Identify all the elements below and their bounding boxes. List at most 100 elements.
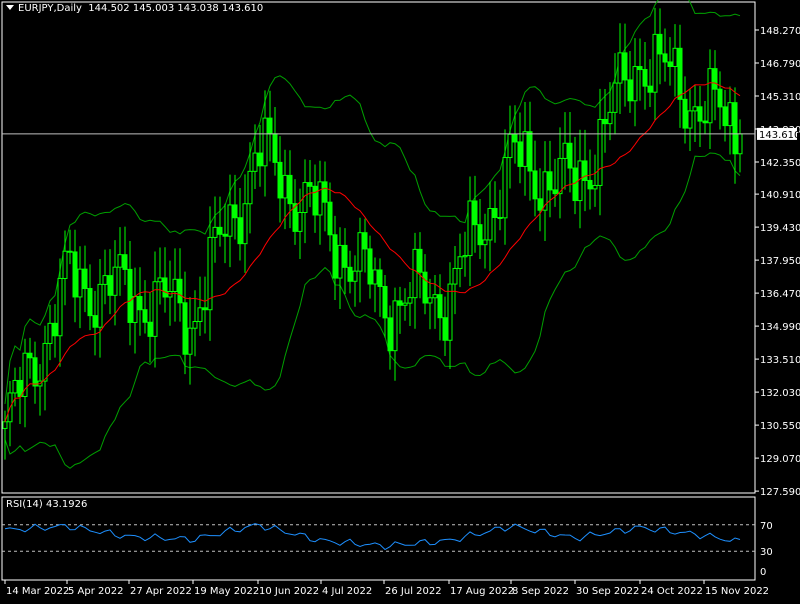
time-axis-label: 26 Jul 2022 [385,586,442,597]
time-axis-label: 4 Jul 2022 [322,586,372,597]
candle-body [32,357,38,387]
candle-body [122,254,128,270]
price-tick-label: 136.470 [760,289,800,300]
candle-body [297,211,303,232]
candle-body [87,288,93,317]
candle-body [202,307,208,311]
dropdown-triangle-icon[interactable] [6,5,14,10]
candle-body [287,174,293,205]
candle-body [327,201,333,236]
candle-body [617,52,623,84]
candle-body [347,266,353,282]
candle-body [277,161,283,199]
candle-body [522,131,528,167]
ohlc-label: 144.502 145.003 143.038 143.610 [88,3,264,14]
candle-body [312,185,318,216]
rsi-line [4,523,741,551]
chart-svg: 148.270146.790145.310143.830142.350140.9… [1,0,800,597]
candle-body [387,317,393,352]
candle-body [487,208,493,241]
price-tick-label: 140.910 [760,190,800,201]
candle-body [342,244,348,268]
candle-body [317,181,323,216]
candle-body [682,98,688,129]
candle-body [397,300,403,306]
candle-body [232,204,238,219]
candle-body [177,278,183,304]
current-price-label: 143.610 [759,130,800,141]
candle-body [352,270,358,282]
price-tick-label: 137.950 [760,256,800,267]
candle-body [672,47,678,68]
candle-body [257,152,263,167]
time-axis-label: 30 Sep 2022 [576,586,639,597]
rsi-header: RSI(14) 43.1926 [6,499,88,510]
candle-body [637,66,643,71]
rsi-tick-label: 30 [760,547,773,558]
candle-body [562,142,568,159]
candle-body [57,277,63,337]
candle-body [732,102,738,155]
time-axis-label: 10 Jun 2022 [259,586,319,597]
candle-body [117,254,123,268]
candle-body [667,61,673,68]
candle-body [227,204,233,237]
candle-body [217,226,223,235]
candle-body [252,152,258,172]
candle-body [717,88,723,108]
candle-body [707,68,713,124]
time-axis-label: 5 Apr 2022 [68,586,123,597]
candle-body [612,82,618,113]
candle-body [77,268,83,298]
candle-body [237,217,243,245]
candle-body [412,248,418,299]
candle-body [592,184,598,190]
candle-body [692,106,698,112]
candle-body [687,110,693,129]
price-tick-label: 148.270 [760,26,800,37]
candle-body [652,33,658,93]
price-tick-label: 142.350 [760,158,800,169]
price-tick-label: 130.550 [760,421,800,432]
candle-body [402,302,408,306]
candle-body [647,85,653,93]
candle-body [112,266,118,296]
time-axis-label: 15 Nov 2022 [705,586,769,597]
price-tick-label: 134.990 [760,322,800,333]
candle-body [607,111,613,125]
candle-body [137,296,143,311]
candle-body [222,233,228,237]
candle-body [477,224,483,246]
candle-body [547,171,553,191]
candle-body [97,283,103,328]
candle-body [427,297,433,304]
candle-body [437,294,443,319]
candle-body [367,248,373,285]
price-tick-label: 139.430 [760,223,800,234]
candle-body [497,217,503,220]
chart-window: 148.270146.790145.310143.830142.350140.9… [0,0,800,600]
candle-body [102,275,108,285]
candle-body [492,208,498,219]
candle-body [132,296,138,323]
candle-body [472,200,478,226]
candle-body [172,278,178,293]
time-axis-label: 24 Oct 2022 [641,586,703,597]
candle-body [662,53,668,63]
candle-body [597,118,603,186]
price-tick-label: 132.030 [760,388,800,399]
candle-body [192,320,198,329]
candle-body [737,133,743,155]
candle-body [557,157,563,195]
time-axis-label: 14 Mar 2022 [6,586,69,597]
price-tick-label: 127.590 [760,487,800,498]
candle-body [47,322,53,344]
candle-body [462,255,468,258]
candle-body [447,283,453,341]
candle-body [322,181,328,203]
candle-body [2,421,8,429]
candle-body [212,226,218,238]
candle-body [567,142,573,169]
candle-body [602,118,608,125]
candle-body [422,271,428,304]
